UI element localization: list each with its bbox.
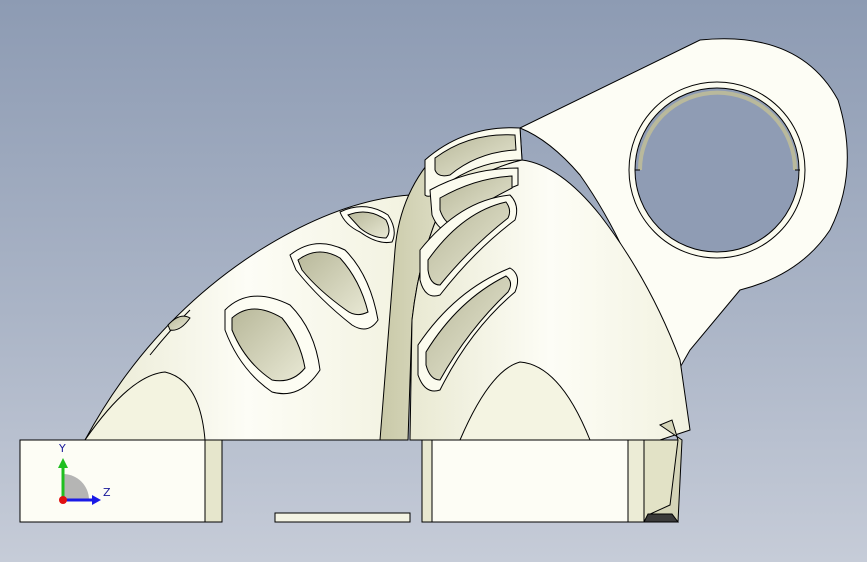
y-axis-label: Y [59,442,66,455]
origin-point [59,496,67,504]
base-center-plate [274,512,411,523]
base-left-foot [19,439,223,523]
z-axis-label: Z [103,486,111,499]
bore-hole [634,87,800,253]
cad-3d-viewport[interactable]: Y Z [0,0,867,562]
part-model[interactable] [0,0,867,562]
